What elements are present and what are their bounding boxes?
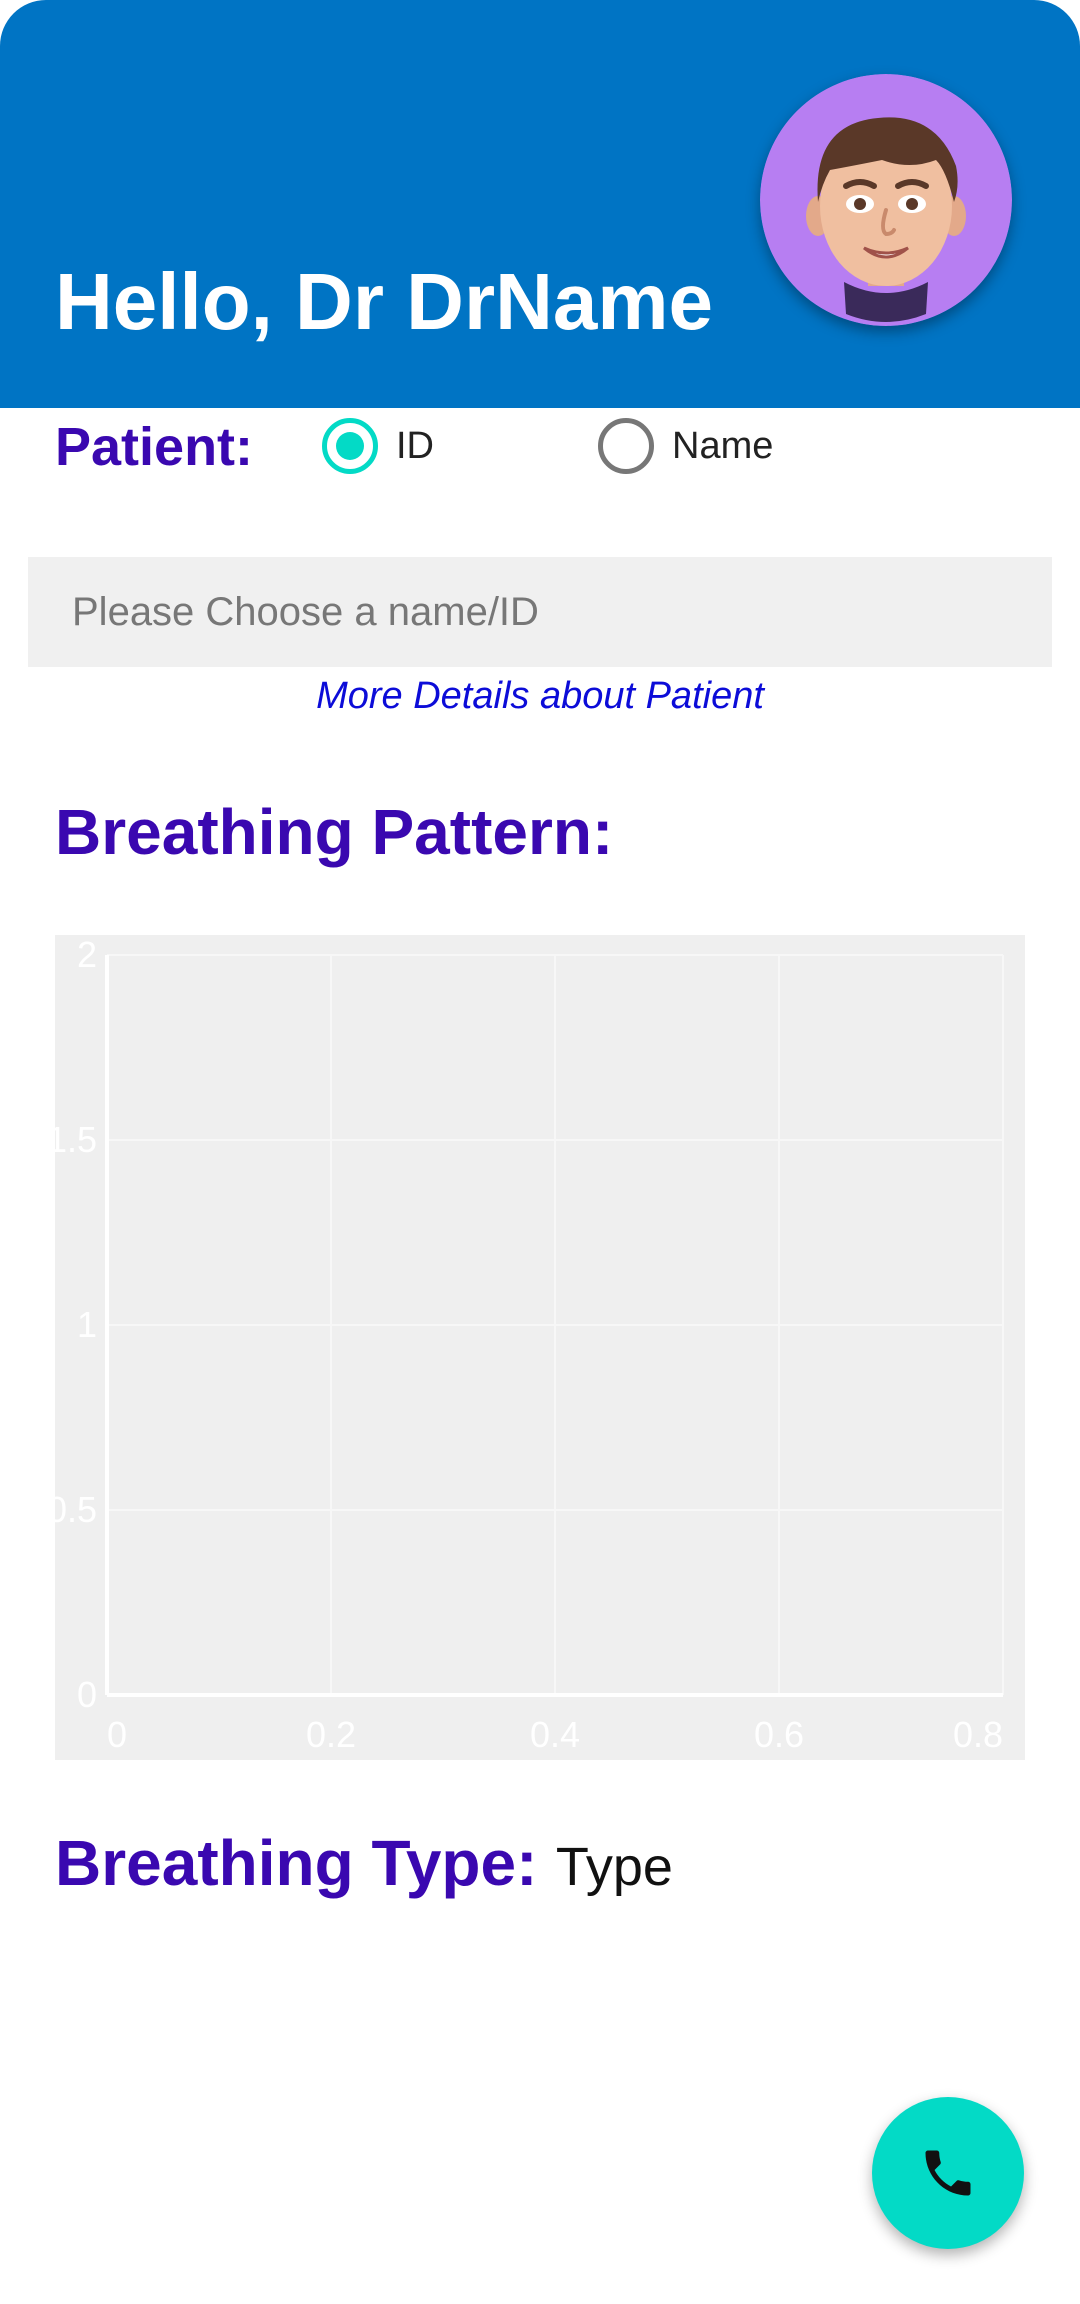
radio-option-id-label: ID bbox=[396, 424, 434, 467]
chart-x-tick-label: 0.6 bbox=[754, 1714, 804, 1755]
app-header: Hello, Dr DrName bbox=[0, 0, 1080, 408]
chart-y-tick-label: 0 bbox=[77, 1674, 97, 1715]
greeting-title: Hello, Dr DrName bbox=[55, 257, 713, 346]
chart-y-tick-label: 1 bbox=[77, 1304, 97, 1345]
chart-x-tick-label: 0.4 bbox=[530, 1714, 580, 1755]
chart-x-tick-label: 0.8 bbox=[953, 1714, 1003, 1755]
breathing-pattern-title: Breathing Pattern: bbox=[55, 796, 614, 868]
radio-checked-icon[interactable] bbox=[322, 418, 378, 474]
breathing-type-value: Type bbox=[555, 1837, 673, 1897]
breathing-pattern-chart[interactable]: 0 0.2 0.4 0.6 0.8 0 0.5 1 1.5 2 bbox=[55, 935, 1025, 1760]
radio-option-name-label: Name bbox=[672, 424, 774, 467]
radio-unchecked-icon[interactable] bbox=[598, 418, 654, 474]
patient-details-link[interactable]: More Details about Patient bbox=[0, 668, 1080, 724]
chart-y-tick-label: 0.5 bbox=[55, 1489, 97, 1530]
chart-y-tick-label: 2 bbox=[77, 935, 97, 975]
chart-plot-area: 0 0.2 0.4 0.6 0.8 0 0.5 1 1.5 2 bbox=[55, 935, 1004, 1755]
call-button[interactable] bbox=[872, 2097, 1024, 2249]
doctor-avatar-icon[interactable] bbox=[760, 74, 1012, 326]
patient-search-input[interactable]: Please Choose a name/ID bbox=[28, 557, 1052, 667]
breathing-type-row: Breathing Type: Type bbox=[55, 1818, 673, 1926]
breathing-type-label: Breathing Type: bbox=[55, 1827, 538, 1899]
phone-icon bbox=[925, 2150, 971, 2196]
radio-option-name[interactable]: Name bbox=[598, 418, 773, 474]
patient-label: Patient: bbox=[55, 417, 254, 477]
patient-search-placeholder: Please Choose a name/ID bbox=[72, 589, 539, 634]
chart-x-tick-label: 0.2 bbox=[306, 1714, 356, 1755]
chart-y-tick-label: 1.5 bbox=[55, 1119, 97, 1160]
radio-option-id[interactable]: ID bbox=[322, 418, 434, 474]
chart-x-tick-label: 0 bbox=[107, 1714, 127, 1755]
